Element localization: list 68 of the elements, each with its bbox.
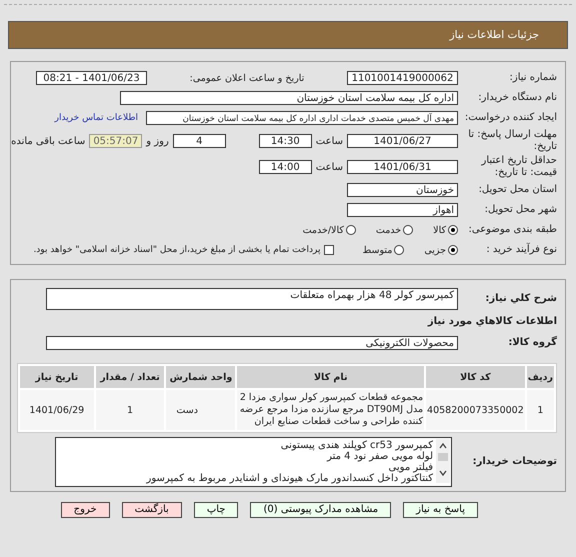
field-label: توضیحات خریدار:	[472, 456, 557, 468]
header-title: جزئیات اطلاعات نیاز	[450, 29, 539, 41]
table-cell: مجموعه قطعات کمپرسور کولر سواری مزدا 2 مدل DT90MJ مرجع سازنده مزدا مرجع عرضه کننده طراحی و ساخت قطعات صنایع ایران	[237, 390, 424, 430]
field-label: شهر محل تحویل:	[484, 204, 557, 216]
action-button[interactable]: چاپ	[194, 502, 238, 518]
table-cell: دست	[166, 390, 236, 430]
field-label: نوع فرآیند خرید :	[485, 244, 557, 256]
radio-option[interactable]: کالا/خدمت	[302, 224, 356, 236]
city-field: اهواز	[347, 203, 458, 217]
need-number-field: 1101001419000062	[347, 71, 458, 85]
remaining-label: ساعت باقی مانده	[11, 136, 86, 146]
field-label: استان محل تحویل:	[478, 184, 557, 196]
requester-field: مهدی آل خمیس متصدی خدمات اداری اداره کل بیمه سلامت استان خوزستان	[146, 111, 458, 125]
field-label: تاریخ و ساعت اعلان عمومی:	[188, 72, 306, 84]
buyer-field: اداره کل بیمه سلامت استان خوزستان	[120, 91, 458, 105]
checkbox[interactable]	[324, 245, 334, 255]
column-header: کد کالا	[426, 366, 525, 388]
payment-label: پرداخت تمام یا بخشی از مبلغ خرید،از محل "اسناد خزانه اسلامی" خواهد بود.	[33, 245, 320, 255]
table-cell: 1	[526, 390, 554, 430]
goods-group-field: محصولات الکترونیکی	[46, 336, 458, 350]
field-label: مهلت ارسال پاسخ: تا تاریخ:	[467, 129, 557, 153]
field-label: گروه کالا:	[507, 337, 557, 349]
table-cell: 1	[96, 390, 164, 430]
action-button[interactable]: خروج	[60, 502, 110, 518]
days-label: روز و	[146, 136, 169, 146]
column-header: نام کالا	[237, 366, 424, 388]
radio-button[interactable]	[346, 225, 356, 235]
field-label: شماره نیاز:	[508, 72, 557, 84]
province-field: خوزستان	[347, 183, 458, 197]
radio-button[interactable]	[403, 225, 414, 235]
description-field: کمپرسور کولر 48 هزار بهمراه متعلقات	[46, 288, 458, 310]
scrollbar[interactable]	[436, 439, 450, 483]
table-cell: 1401/06/29	[20, 390, 94, 430]
announce-date-field: 1401/06/23 - 08:21	[36, 71, 147, 85]
column-header: تعداد / مقدار	[96, 366, 164, 388]
field-label: طبقه بندی موضوعی:	[468, 224, 557, 236]
field-label: شرح کلي نياز:	[484, 293, 557, 305]
action-button[interactable]: پاسخ به نیاز	[403, 502, 478, 518]
validity-date-field: 1401/06/31	[347, 160, 458, 174]
radio-option[interactable]: متوسط	[362, 244, 404, 256]
radio-button[interactable]	[394, 245, 404, 255]
column-header: ردیف	[526, 366, 554, 388]
note-line: لوله مویی صفر نود 4 متر	[326, 451, 433, 462]
note-line: فیلتر مویی	[388, 462, 433, 473]
table-cell: 4058200073350002	[426, 390, 525, 430]
time-label: ساعت	[316, 136, 343, 146]
action-button[interactable]: بازگشت	[122, 502, 182, 518]
column-header: تاریخ نیاز	[20, 366, 94, 388]
radio-option[interactable]: کالا	[433, 224, 458, 236]
validity-time-field: 14:00	[258, 160, 312, 174]
note-line: کمپرسور cr53 کوپلند هندی پیستونی	[280, 440, 433, 451]
days-field: 4	[172, 134, 226, 148]
radio-button[interactable]	[448, 245, 458, 255]
field-label: حداقل تاریخ اعتبار قیمت: تا تاریخ:	[480, 155, 557, 179]
contact-link[interactable]: اطلاعات تماس خریدار	[54, 113, 138, 123]
field-label: نام دستگاه خریدار:	[477, 92, 557, 104]
note-line: کنتاکتور داخل کنسداندور مارک هیوندای و اشنایدر مربوط به کمپرسور	[145, 473, 433, 484]
time-label: ساعت	[316, 162, 343, 172]
remaining-time-field: 05:57:07	[89, 134, 142, 148]
deadline-time-field: 14:30	[258, 134, 312, 148]
radio-option[interactable]: جزیی	[424, 244, 458, 256]
section-title: اطلاعات کالاهاي مورد نياز	[428, 315, 557, 329]
deadline-date-field: 1401/06/27	[347, 134, 458, 148]
radio-option[interactable]: خدمت	[376, 224, 414, 236]
field-label: ایجاد کننده درخواست:	[464, 112, 557, 124]
column-header: واحد شمارش	[166, 366, 236, 388]
action-button[interactable]: مشاهده مدارک پیوستی (0)	[250, 502, 392, 518]
radio-button[interactable]	[448, 225, 458, 235]
